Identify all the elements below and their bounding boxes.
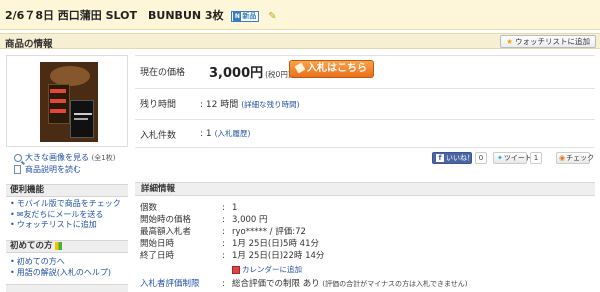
new-flag-icon: N: [233, 11, 242, 21]
check-button[interactable]: ◉チェック: [556, 152, 594, 164]
like-count: 0: [475, 152, 487, 164]
details-header: 詳細情報: [135, 182, 595, 196]
item-title-text: 2/6７8日 西口蒲田 SLOT BUNBUN 3枚: [5, 9, 224, 22]
restriction-key-link[interactable]: 入札者評価制限: [140, 277, 222, 289]
list-item: • ウォッチリストに追加: [10, 220, 97, 229]
convenience-list: • モバイル版で商品をチェック • ✉友だちにメールを送る • ウォッチリストに追加: [10, 199, 121, 231]
view-large-link-row: 大きな画像を見る (全1枚): [14, 152, 115, 164]
divider: [135, 119, 595, 120]
current-price: 3,000円 (税0円): [209, 62, 291, 81]
gavel-icon: [294, 62, 306, 74]
list-item: • 用語の解説(入札のヘルプ): [10, 267, 111, 277]
beginner-guide-link[interactable]: 初めての方へ: [17, 257, 65, 266]
restriction-note: (評価の合計がマイナスの方は入札できません): [322, 280, 468, 288]
pen-icon: ✎: [268, 10, 277, 22]
title-bar: 2/6７8日 西口蒲田 SLOT BUNBUN 3枚 N 新品 ✎: [0, 0, 600, 30]
tweet-label: ツイート: [503, 154, 532, 162]
detail-key: 開始日時: [140, 239, 175, 249]
beginner-mark-icon: [54, 241, 62, 250]
remaining-label: 残り時間: [140, 100, 177, 110]
star-icon: ★: [506, 37, 513, 46]
bid-history-link[interactable]: (入札履歴): [215, 129, 251, 138]
item-title: 2/6７8日 西口蒲田 SLOT BUNBUN 3枚 N 新品 ✎: [5, 7, 277, 23]
check-label: チェック: [566, 154, 595, 162]
glossary-link[interactable]: 用語の解説(入札のヘルプ): [17, 268, 111, 277]
description-link-row: 商品説明を読む: [14, 164, 115, 175]
detail-row: 開始日時:1月 25日(日)5時 41分: [140, 239, 319, 249]
divider: [135, 88, 595, 89]
bids-label: 入札件数: [140, 131, 177, 141]
detail-key: 終了日時: [140, 251, 175, 261]
read-description-link[interactable]: 商品説明を読む: [25, 165, 81, 174]
detail-value: ryo***** / 評価:72: [232, 227, 306, 237]
mobile-check-link[interactable]: モバイル版で商品をチェック: [17, 199, 121, 208]
image-links: 大きな画像を見る (全1枚) 商品説明を読む: [14, 152, 115, 175]
watchlist-button[interactable]: ★ ウォッチリストに追加: [500, 35, 596, 48]
bid-button[interactable]: 入札はこちら: [289, 60, 374, 78]
detail-value: 1月 25日(日)22時 14分: [232, 251, 325, 261]
product-photo[interactable]: [40, 62, 98, 142]
calendar-row: カレンダーに追加: [232, 264, 302, 275]
calendar-icon: [232, 266, 240, 274]
facebook-icon: f: [436, 154, 444, 162]
detail-key: 開始時の価格: [140, 215, 192, 225]
divider: [135, 55, 595, 56]
detail-row: 開始時の価格:3,000 円: [140, 215, 268, 225]
list-item: • モバイル版で商品をチェック: [10, 199, 121, 208]
price-tax: (税0円): [265, 70, 291, 79]
detail-row: 最高額入札者: ryo***** / 評価:72: [140, 227, 306, 237]
side-watchlist-link[interactable]: ウォッチリストに追加: [17, 220, 97, 229]
add-calendar-link[interactable]: カレンダーに追加: [242, 265, 302, 274]
price-value: 3,000円: [209, 66, 264, 81]
restriction-row: 入札者評価制限: 総合評価での制限 あり (評価の合計がマイナスの方は入札できませ…: [140, 277, 468, 289]
list-item: • ✉友だちにメールを送る: [10, 209, 104, 219]
twitter-bird-icon: ✦: [497, 154, 503, 162]
list-item: • 初めての方へ: [10, 257, 65, 266]
remaining-row: : 12 時間 (詳細な残り時間): [200, 97, 300, 110]
magnifier-icon: [14, 153, 22, 162]
more-section-header: [6, 284, 128, 292]
beginner-header-label: 初めての方: [10, 241, 53, 251]
detail-key: 個数: [140, 203, 158, 213]
section-title: 商品の情報: [5, 39, 53, 50]
bid-button-label: 入札はこちら: [307, 63, 367, 74]
watchlist-button-label: ウォッチリストに追加: [515, 37, 590, 46]
bids-value: : 1: [200, 129, 212, 139]
document-icon: [14, 165, 21, 174]
section-header: 商品の情報 ★ ウォッチリストに追加: [0, 33, 600, 50]
detail-key: 最高額入札者: [140, 227, 192, 237]
check-icon: ◉: [559, 154, 566, 162]
tweet-count: 1: [530, 152, 542, 164]
detail-row: 個数:1: [140, 203, 238, 213]
new-badge-label: 新品: [242, 11, 257, 20]
restriction-value: 総合評価での制限 あり: [232, 279, 320, 289]
mail-friend-link[interactable]: 友だちにメールを送る: [23, 210, 103, 219]
image-count: (全1枚): [91, 154, 116, 162]
view-large-image-link[interactable]: 大きな画像を見る: [25, 153, 89, 162]
bids-row: : 1 (入札履歴): [200, 128, 250, 139]
tweet-button[interactable]: ✦ツイート: [493, 152, 532, 164]
beginner-list: • 初めての方へ • 用語の解説(入札のヘルプ): [10, 257, 111, 278]
convenience-header: 便利機能: [6, 184, 128, 197]
remaining-detail-link[interactable]: (詳細な残り時間): [241, 100, 299, 109]
detail-value: 1月 25日(日)5時 41分: [232, 239, 319, 249]
price-label: 現在の価格: [140, 68, 186, 78]
detail-value: 3,000 円: [232, 215, 268, 225]
beginner-header: 初めての方: [6, 240, 128, 253]
detail-row: 終了日時:1月 25日(日)22時 14分: [140, 251, 325, 261]
like-label: いいね！: [446, 154, 474, 162]
product-image-frame[interactable]: [6, 55, 128, 147]
remaining-value: : 12 時間: [200, 100, 239, 110]
facebook-like-button[interactable]: f いいね！: [432, 152, 474, 164]
new-badge: N 新品: [231, 10, 260, 22]
detail-value: 1: [232, 203, 238, 213]
divider: [135, 147, 595, 148]
